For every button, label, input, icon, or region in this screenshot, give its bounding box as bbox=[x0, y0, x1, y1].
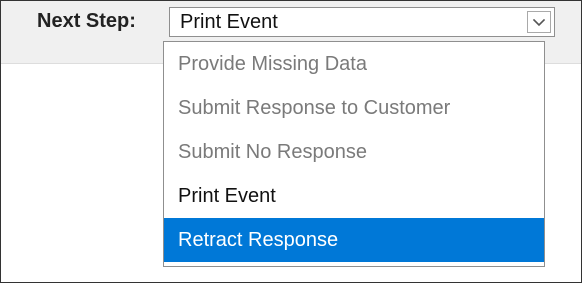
chevron-down-icon bbox=[532, 18, 546, 27]
next-step-select[interactable]: Print Event bbox=[169, 7, 555, 37]
option-retract-response[interactable]: Retract Response bbox=[164, 218, 544, 262]
next-step-label: Next Step: bbox=[37, 10, 136, 32]
selected-value: Print Event bbox=[180, 11, 278, 33]
next-step-options: Provide Missing Data Submit Response to … bbox=[163, 41, 545, 267]
dropdown-arrow-button[interactable] bbox=[527, 11, 551, 33]
option-provide-missing-data: Provide Missing Data bbox=[178, 53, 367, 75]
screenshot-frame: Next Step: Print Event Provide Missing D… bbox=[0, 0, 582, 283]
option-submit-response-to-customer: Submit Response to Customer bbox=[178, 97, 451, 119]
option-submit-no-response: Submit No Response bbox=[178, 141, 367, 163]
option-print-event[interactable]: Print Event bbox=[164, 174, 544, 218]
